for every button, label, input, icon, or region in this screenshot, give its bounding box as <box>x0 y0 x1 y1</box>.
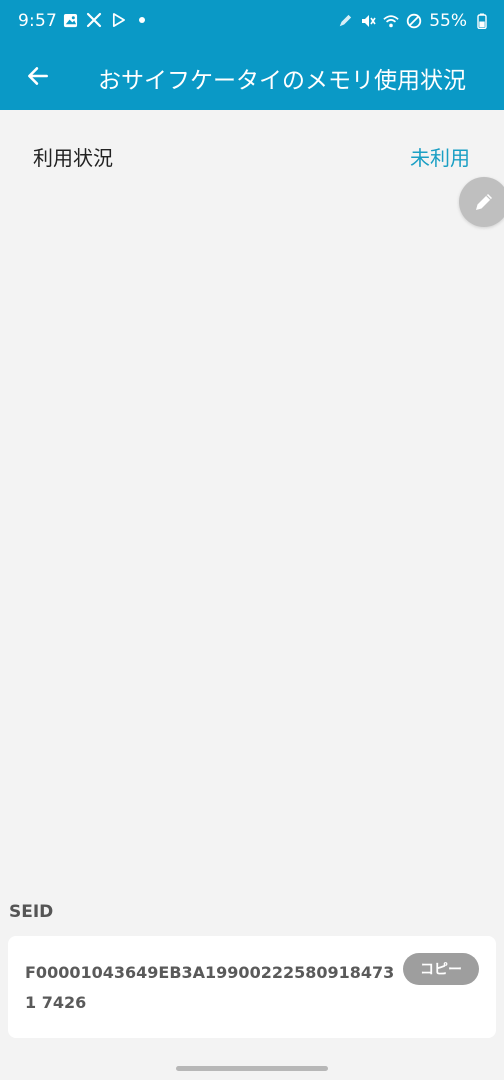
status-right: 55% <box>337 11 490 31</box>
wifi-icon <box>383 13 399 29</box>
edit-button[interactable] <box>459 177 504 227</box>
seid-card: F00001043649EB3A199002225809184731 7426 … <box>8 936 496 1038</box>
usage-value: 未利用 <box>410 146 470 170</box>
back-button[interactable] <box>18 56 58 96</box>
status-time: 9:57 <box>18 11 57 31</box>
pencil-icon <box>476 194 492 210</box>
battery-icon <box>474 13 490 29</box>
mute-icon <box>360 13 376 29</box>
screen: 9:57 55% おサイフケータイのメモリ使用状況 利用状況 未利用 SEID … <box>0 0 504 1080</box>
battery-percent: 55% <box>429 11 467 31</box>
pen-icon <box>337 13 353 29</box>
image-icon <box>62 12 78 28</box>
usage-row: 利用状況 未利用 <box>0 125 504 185</box>
top-bar: 9:57 55% おサイフケータイのメモリ使用状況 <box>0 0 504 110</box>
gesture-bar[interactable] <box>176 1066 328 1071</box>
seid-value: F00001043649EB3A199002225809184731 7426 <box>25 963 395 1012</box>
arrow-left-icon <box>28 67 48 85</box>
usage-label: 利用状況 <box>33 146 113 170</box>
dnd-icon <box>406 13 422 29</box>
status-bar: 9:57 55% <box>0 0 504 44</box>
tools-icon <box>86 12 102 28</box>
play-store-icon <box>110 12 126 28</box>
app-bar: おサイフケータイのメモリ使用状況 <box>0 44 504 110</box>
page-title: おサイフケータイのメモリ使用状況 <box>98 68 466 94</box>
status-left-icons <box>62 12 150 28</box>
dot-icon <box>134 12 150 28</box>
seid-label: SEID <box>9 902 54 922</box>
copy-button[interactable]: コピー <box>403 953 479 985</box>
